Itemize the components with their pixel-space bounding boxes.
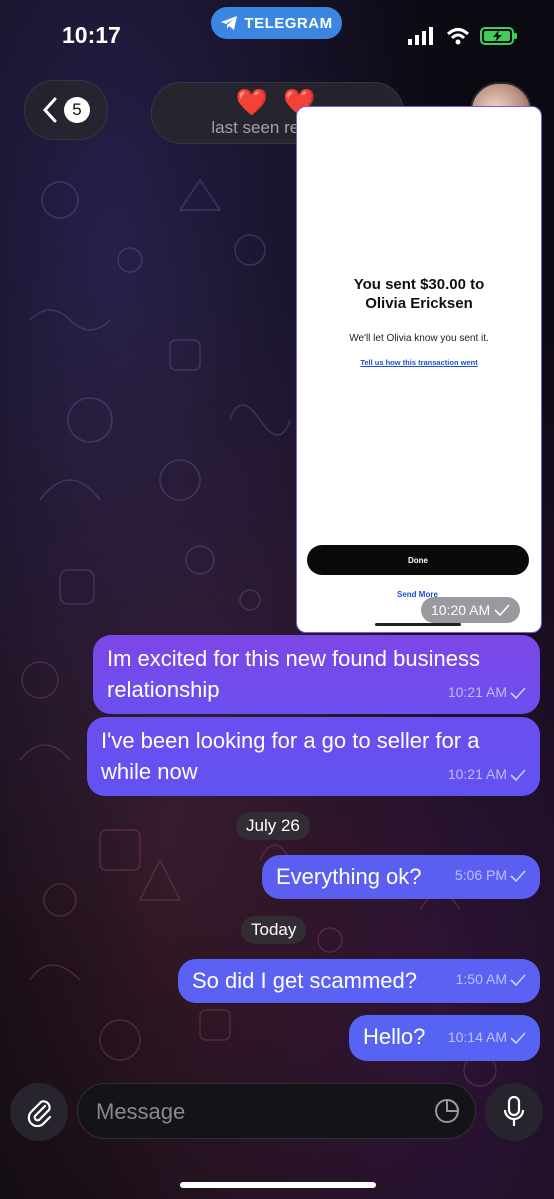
message-time: 10:21 AM (447, 684, 507, 700)
sticker-icon[interactable] (433, 1097, 461, 1125)
battery-icon (480, 27, 517, 45)
check-icon (510, 869, 526, 882)
unread-count-badge: 5 (64, 97, 90, 123)
message-bubble[interactable]: Hello? 10:14 AM (349, 1015, 540, 1061)
back-button[interactable]: 5 (24, 80, 108, 140)
chevron-left-icon (42, 97, 57, 123)
receipt-home-bar (375, 623, 461, 626)
receipt-link: Tell us how this transaction went (360, 358, 478, 367)
receipt-title-line2: Olivia Ericksen (365, 295, 473, 312)
home-indicator (180, 1182, 376, 1188)
receipt-body: We'll let Olivia know you sent it. (349, 333, 489, 344)
message-input[interactable] (94, 1096, 418, 1128)
image-timestamp: 10:20 AM (421, 597, 521, 623)
system-icons (408, 26, 518, 46)
receipt-done-button: Done (307, 545, 529, 575)
message-time: 1:50 AM (455, 971, 507, 987)
telegram-badge-label: TELEGRAM (244, 14, 333, 32)
message-bubble[interactable]: I've been looking for a go to seller for… (87, 717, 540, 796)
check-icon (510, 973, 526, 986)
image-message[interactable]: You sent $30.00 to Olivia Ericksen We'll… (296, 106, 542, 633)
date-separator: July 26 (236, 812, 310, 840)
receipt-title-line1: You sent $30.00 to (353, 276, 485, 293)
check-icon (510, 1031, 526, 1044)
message-bubble[interactable]: So did I get scammed? 1:50 AM (178, 959, 540, 1003)
message-bubble[interactable]: Im excited for this new found business r… (93, 635, 540, 714)
message-time: 5:06 PM (454, 867, 507, 883)
message-meta: 10:21 AM (448, 759, 526, 790)
status-bar: 10:17 TELEGRAM (0, 0, 554, 70)
microphone-icon (503, 1095, 525, 1126)
date-separator: Today (241, 916, 307, 944)
status-time: 10:17 (62, 22, 121, 48)
voice-message-button[interactable] (485, 1083, 543, 1141)
message-meta: 1:50 AM (456, 964, 526, 995)
message-time: 10:14 AM (447, 1029, 507, 1045)
telegram-badge[interactable]: TELEGRAM (211, 7, 342, 39)
message-time: 10:21 AM (447, 766, 507, 782)
signal-icon (408, 27, 433, 45)
message-composer (77, 1083, 476, 1139)
paperclip-icon (27, 1100, 52, 1127)
check-icon (510, 768, 526, 781)
receipt-title: You sent $30.00 to Olivia Ericksen (297, 275, 541, 313)
telegram-icon (221, 16, 238, 30)
check-icon (494, 604, 510, 616)
wifi-icon (446, 28, 470, 45)
message-bubble[interactable]: Everything ok? 5:06 PM (262, 855, 540, 899)
image-time-text: 10:20 AM (431, 602, 491, 618)
check-icon (510, 686, 526, 699)
message-meta: 10:21 AM (448, 677, 526, 708)
message-meta: 5:06 PM (455, 860, 526, 891)
attach-button[interactable] (10, 1083, 68, 1141)
message-meta: 10:14 AM (448, 1022, 526, 1053)
